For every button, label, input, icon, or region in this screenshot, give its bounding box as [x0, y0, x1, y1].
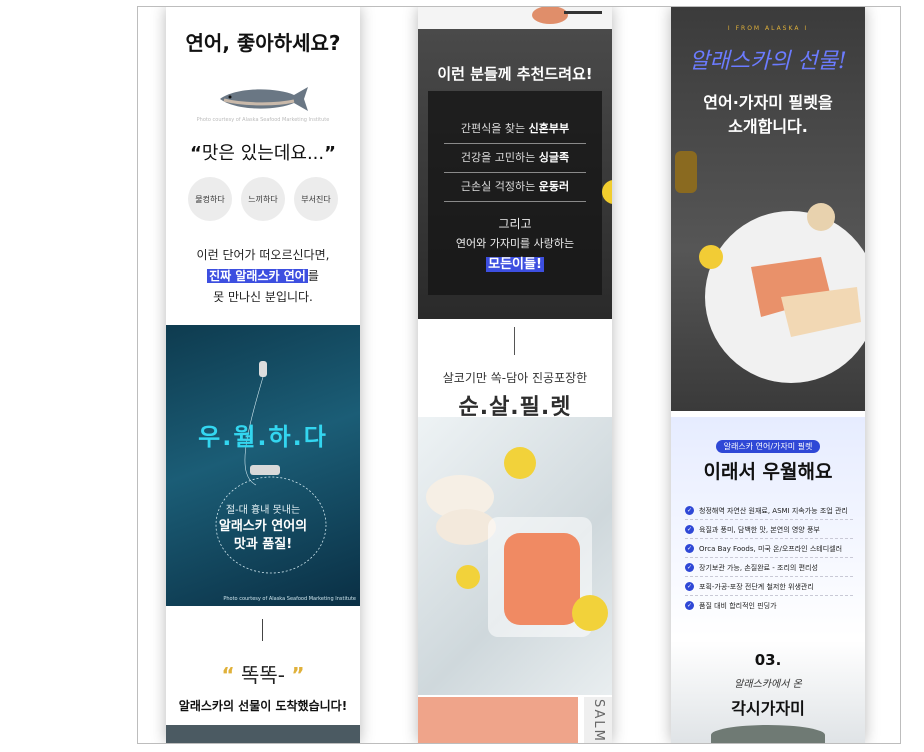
bubble-1: 물컹하다	[188, 177, 232, 221]
vacuum-text: 살코기만 쏙-담아 진공포장한	[442, 371, 588, 385]
divider-line	[262, 619, 263, 641]
recommend-row-3: 근손실 걱정하는 운동러	[444, 173, 586, 202]
fillet-ice-image	[418, 417, 612, 695]
everyone-text: 모든이들!	[486, 257, 544, 272]
recommend-row-1: 간편식을 찾는 신혼부부	[444, 115, 586, 144]
check-icon: ✓	[685, 563, 694, 572]
flounder-section: 03. 알래스카에서 온 각시가자미	[671, 641, 865, 743]
knock-text: “ 똑똑- ”	[221, 663, 305, 687]
flounder-title: 각시가자미	[731, 699, 805, 718]
check-item-5: ✓ 포획-가공-포장 전단계 철저한 위생관리	[685, 578, 853, 596]
banner-title: 우.월.하.다	[198, 423, 328, 451]
check-icon: ✓	[685, 582, 694, 591]
check-item-1: ✓ 청정해역 자연산 원재료, ASMI 지속가능 조업 관리	[685, 502, 853, 520]
check-icon: ✓	[685, 506, 694, 515]
check-icon: ✓	[685, 601, 694, 610]
divider-line	[514, 327, 515, 355]
recommend-title: 이런 분들께 추천드려요!	[437, 65, 593, 83]
detail-panel-salmon-intro[interactable]: 연어, 좋아하세요? Photo courtesy of Alaska Seaf…	[166, 7, 360, 743]
side-text-box: SALMO	[584, 697, 612, 743]
gift-hero: I FROM ALASKA I 알래스카의 선물! 연어·가자미 필렛을 소개합…	[671, 7, 865, 411]
panel-title: 연어, 좋아하세요?	[185, 31, 341, 55]
flounder-script: 알래스카에서 온	[734, 679, 802, 690]
why-section: 알래스카 연어/가자미 필렛 이래서 우월해요 ✓ 청정해역 자연산 원재료, A…	[671, 417, 865, 637]
salmon-fish-image	[220, 87, 308, 111]
check-item-3: ✓ Orca Bay Foods, 미국 온/오프라인 스테디셀러	[685, 540, 853, 558]
gift-script-title: 알래스카의 선물!	[689, 49, 847, 74]
detail-panel-alaska-gift[interactable]: I FROM ALASKA I 알래스카의 선물! 연어·가자미 필렛을 소개합…	[671, 7, 865, 743]
gift-intro: 연어·가자미 필렛을 소개합니다.	[703, 93, 833, 136]
check-icon: ✓	[685, 544, 694, 553]
check-icon: ✓	[685, 525, 694, 534]
recommend-row-2: 건강을 고민하는 싱글족	[444, 144, 586, 173]
flounder-image	[711, 725, 825, 743]
ocean-banner: 우.월.하.다 절-대 흉내 못내는 알래스카 연어의 맛과 품질! Photo…	[166, 325, 360, 606]
banner-credit: Photo courtesy of Alaska Seafood Marketi…	[223, 596, 356, 602]
banner-emphasis: 알래스카 연어의 맛과 품질!	[218, 519, 308, 552]
why-title: 이래서 우월해요	[703, 461, 833, 483]
recommend-box: 간편식을 찾는 신혼부부 건강을 고민하는 싱글족 근손실 걱정하는 운동러 그…	[428, 91, 602, 295]
section-number: 03.	[754, 651, 782, 669]
bubble-3: 부서진다	[294, 177, 338, 221]
arrived-text: 알래스카의 선물이 도착했습니다!	[178, 699, 348, 713]
top-food-image	[418, 7, 612, 29]
box-image	[166, 725, 360, 743]
check-item-4: ✓ 장기보관 가능, 손질완료 - 조리의 편리성	[685, 559, 853, 577]
grilled-fillet-plate-image	[675, 151, 865, 383]
check-item-2: ✓ 육질과 풍미, 담백한 맛, 본연의 영양 풍부	[685, 521, 853, 539]
quote-text: “맛은 있는데요...”	[190, 143, 336, 164]
lemon-image	[602, 180, 612, 204]
from-alaska-label: I FROM ALASKA I	[727, 25, 809, 32]
intro-text: 이런 단어가 떠오르신다면, 진짜 알래스카 연어 를 못 만나신 분입니다.	[196, 248, 330, 304]
recommend-dark-section: 이런 분들께 추천드려요! 간편식을 찾는 신혼부부 건강을 고민하는 싱글족 …	[418, 29, 612, 319]
photo-credit: Photo courtesy of Alaska Seafood Marketi…	[196, 117, 330, 123]
check-item-6: ✓ 품질 대비 합리적인 핀딩가	[685, 601, 777, 610]
and-text: 그리고	[498, 217, 532, 231]
fillet-bottom-image	[418, 697, 578, 743]
fishing-boat-image	[215, 361, 327, 574]
product-badge: 알래스카 연어/가자미 필렛	[671, 434, 865, 453]
lovers-text: 연어와 가자미를 사랑하는	[455, 237, 575, 250]
banner-subtitle: 절-대 흉내 못내는	[225, 505, 301, 516]
side-text: SALMO	[591, 699, 606, 743]
bubble-2: 느끼하다	[241, 177, 285, 221]
preview-frame: 연어, 좋아하세요? Photo courtesy of Alaska Seaf…	[137, 6, 901, 744]
detail-panel-recommend[interactable]: 이런 분들께 추천드려요! 간편식을 찾는 신혼부부 건강을 고민하는 싱글족 …	[418, 7, 612, 743]
